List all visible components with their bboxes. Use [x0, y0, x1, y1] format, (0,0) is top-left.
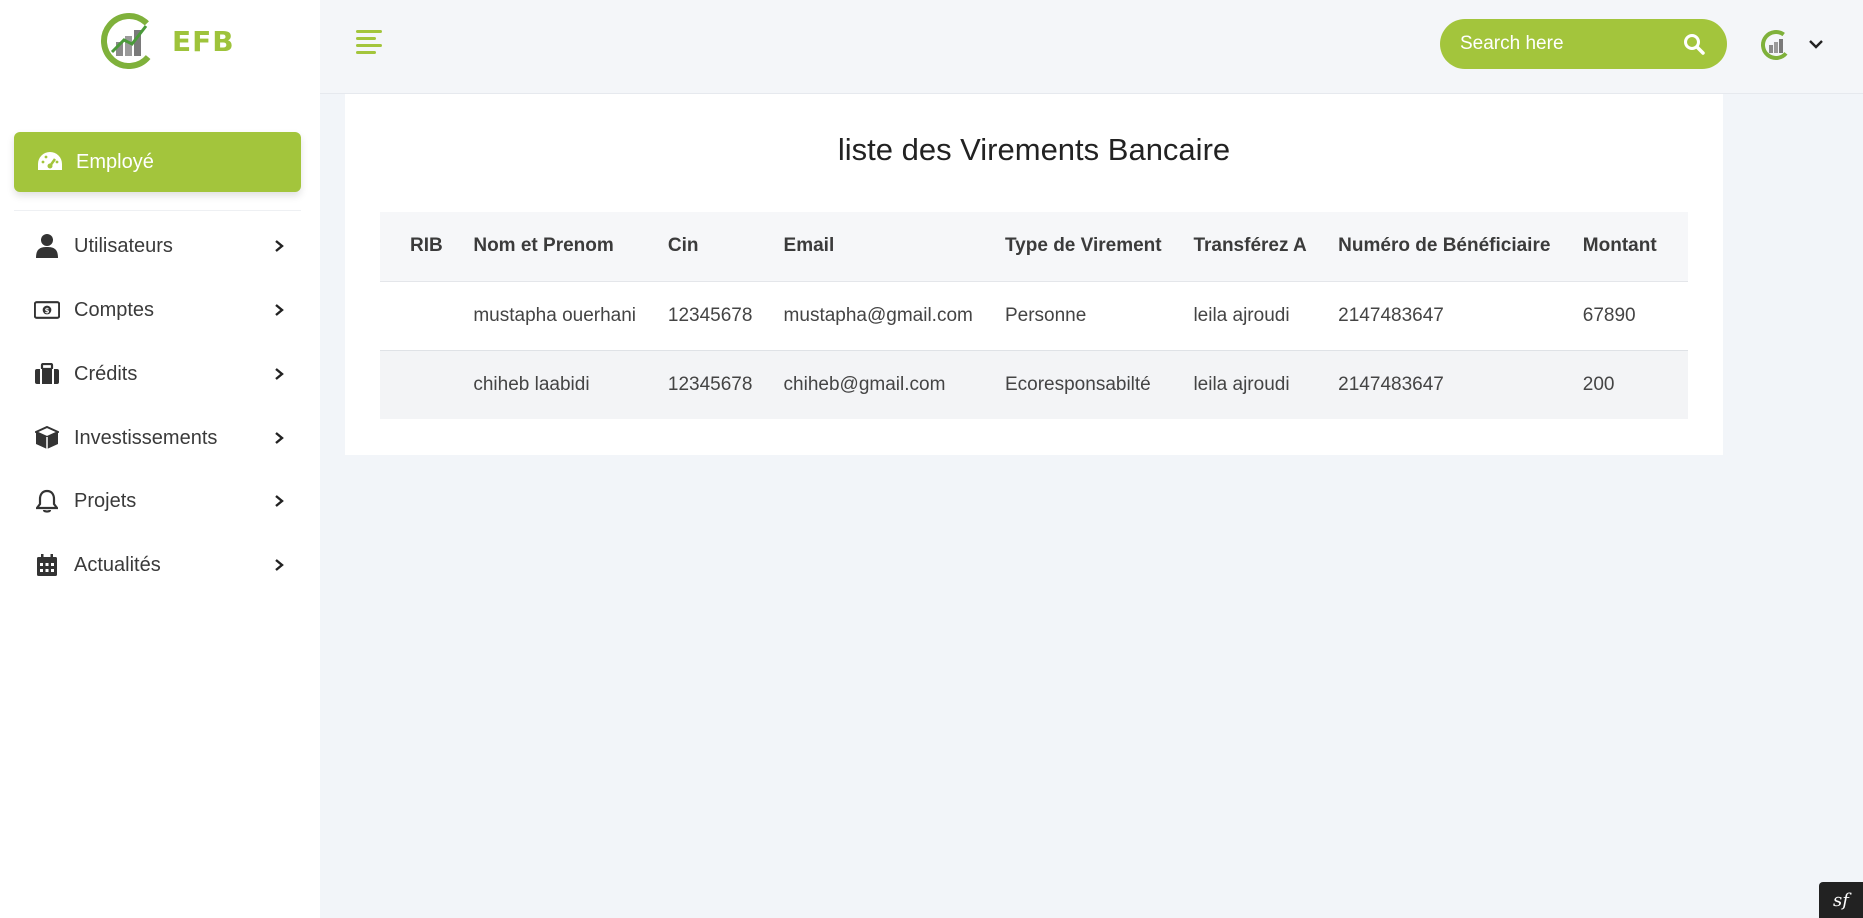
column-header: RIB	[380, 212, 444, 282]
sidebar-item-utilisateurs[interactable]: Utilisateurs	[34, 226, 286, 266]
search-icon[interactable]	[1683, 33, 1705, 55]
column-header: Numéro de Bénéficiaire	[1308, 212, 1553, 282]
cube-icon	[34, 425, 60, 451]
table-header-row: RIB Nom et Prenom Cin Email Type de Vire…	[380, 212, 1688, 282]
column-header: Email	[753, 212, 975, 282]
table-cell: chiheb laabidi	[473, 373, 590, 395]
user-avatar[interactable]	[1760, 29, 1792, 61]
column-header: Cin	[637, 212, 754, 282]
table-cell: 67890	[1582, 304, 1636, 326]
sidebar-divider	[14, 210, 301, 211]
table-cell: 2147483647	[1338, 304, 1444, 326]
table-row: chiheb laabidi 12345678 chiheb@gmail.com…	[380, 350, 1688, 419]
page-title: liste des Virements Bancaire	[837, 132, 1231, 167]
brand[interactable]: EFB	[100, 12, 235, 70]
efb-logo-icon	[101, 13, 157, 69]
sidebar-item-label: Employé	[76, 150, 154, 173]
table-cell: mustapha@gmail.com	[783, 304, 973, 326]
sidebar-item-employe[interactable]: Employé	[14, 132, 301, 192]
table-cell	[380, 281, 443, 350]
transfers-card: liste des Virements Bancaire RIB Nom et …	[345, 94, 1723, 455]
sidebar-item-credits[interactable]: Crédits	[34, 354, 286, 394]
table-cell: leila ajroudi	[1193, 304, 1290, 326]
transfers-table: RIB Nom et Prenom Cin Email Type de Vire…	[380, 212, 1688, 419]
sidebar-item-investissements[interactable]: Investissements	[34, 418, 286, 458]
sidebar-item-label: Comptes	[74, 298, 155, 321]
chevron-down-icon[interactable]	[1808, 37, 1824, 51]
menu-toggle-icon[interactable]	[356, 30, 382, 54]
brand-name: EFB	[172, 24, 235, 58]
sidebar-item-label: Investissements	[74, 426, 218, 449]
table-cell: mustapha ouerhani	[473, 304, 637, 326]
table-cell: 12345678	[667, 373, 753, 395]
sidebar-item-actualites[interactable]: Actualités	[34, 545, 286, 585]
sidebar: EFB Employé Utilisateurs $ Comptes Crédi…	[0, 0, 320, 918]
topbar	[320, 0, 1863, 94]
search-input[interactable]	[1460, 33, 1670, 55]
svg-text:$: $	[45, 307, 50, 315]
column-header: Montant	[1552, 212, 1688, 282]
sidebar-item-label: Actualités	[74, 553, 161, 576]
table-cell: 12345678	[667, 304, 753, 326]
symfony-logo-icon: sf	[1833, 889, 1849, 911]
dashboard-gauge-icon	[38, 152, 62, 170]
sidebar-item-label: Projets	[74, 489, 137, 512]
table-row: mustapha ouerhani 12345678 mustapha@gmai…	[380, 281, 1688, 350]
search-box	[1440, 19, 1727, 69]
chevron-right-icon	[275, 368, 284, 380]
sidebar-item-projets[interactable]: Projets	[34, 481, 286, 521]
symfony-debug-toolbar-toggle[interactable]: sf	[1819, 882, 1863, 918]
money-bill-icon: $	[34, 297, 60, 323]
table-cell: Personne	[1004, 304, 1087, 326]
sidebar-item-label: Crédits	[74, 362, 138, 385]
column-header: Type de Virement	[974, 212, 1164, 282]
chevron-right-icon	[275, 304, 284, 316]
chevron-right-icon	[275, 495, 284, 507]
table-cell: leila ajroudi	[1193, 373, 1290, 395]
table-cell	[380, 350, 443, 419]
bell-icon	[34, 488, 60, 514]
table-cell: chiheb@gmail.com	[783, 373, 946, 395]
sidebar-item-label: Utilisateurs	[74, 234, 173, 257]
chevron-right-icon	[275, 240, 284, 252]
sidebar-item-comptes[interactable]: $ Comptes	[34, 290, 286, 330]
calendar-icon	[34, 552, 60, 578]
chevron-right-icon	[275, 559, 284, 571]
table-cell: Ecoresponsabilté	[1004, 373, 1151, 395]
user-icon	[34, 233, 60, 259]
chevron-right-icon	[275, 432, 284, 444]
table-cell: 2147483647	[1338, 373, 1444, 395]
column-header: Transférez A	[1163, 212, 1309, 282]
table-cell: 200	[1582, 373, 1615, 395]
briefcase-icon	[34, 361, 60, 387]
column-header: Nom et Prenom	[443, 212, 638, 282]
